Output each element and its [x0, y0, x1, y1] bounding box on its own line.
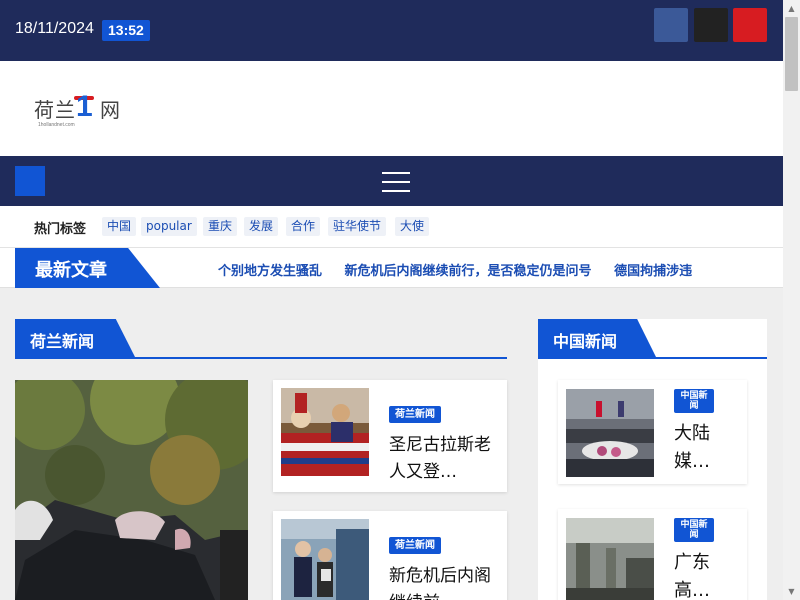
page: 18/11/2024 13:52 荷兰网 1 1hollandnet.com 热…: [0, 0, 783, 600]
news-card[interactable]: 荷兰新闻 新危机后内阁继续前…: [273, 511, 507, 600]
logo-area: 荷兰网 1 1hollandnet.com: [0, 61, 783, 156]
tag-link[interactable]: 重庆: [203, 217, 238, 236]
news-thumbnail[interactable]: [281, 388, 369, 476]
ticker-item[interactable]: 个别地方发生骚乱: [218, 264, 322, 279]
tag-link[interactable]: 驻华使节: [328, 217, 387, 236]
category-badge[interactable]: 荷兰新闻: [389, 406, 441, 423]
section-tab: 荷兰新闻: [15, 319, 135, 357]
news-title[interactable]: 新危机后内阁继续前…: [389, 563, 499, 600]
news-card[interactable]: 中国新闻 广东高…: [558, 509, 747, 600]
ticker-items: 个别地方发生骚乱 新危机后内阁继续前行，是否稳定仍是问号 德国拘捕涉违: [218, 260, 778, 279]
china-news-header: 中国新闻: [538, 319, 767, 359]
hot-tags-bar: 热门标签 中国 popular 重庆 发展 合作 驻华使节 大使: [0, 206, 783, 248]
feature-image[interactable]: [15, 380, 248, 600]
site-logo[interactable]: 荷兰网 1 1hollandnet.com: [34, 90, 124, 134]
scroll-up-arrow-icon[interactable]: ▲: [783, 0, 800, 17]
ticker-label: 最新文章: [15, 248, 160, 288]
main-navbar: [0, 156, 783, 206]
section-tab: 中国新闻: [538, 319, 656, 357]
news-thumbnail[interactable]: [281, 519, 369, 600]
news-card[interactable]: 中国新闻 大陆媒…: [558, 380, 747, 484]
factory-thumbnail: [566, 518, 654, 600]
logo-number: 1: [76, 90, 93, 123]
tag-link[interactable]: 发展: [244, 217, 279, 236]
category-badge[interactable]: 荷兰新闻: [389, 537, 441, 554]
x-twitter-icon[interactable]: [694, 8, 728, 42]
news-thumbnail[interactable]: [566, 518, 654, 600]
latest-news-ticker: 最新文章 个别地方发生骚乱 新危机后内阁继续前行，是否稳定仍是问号 德国拘捕涉违: [0, 248, 783, 288]
tag-link[interactable]: 大使: [395, 217, 430, 236]
ticker-item[interactable]: 新危机后内阁继续前行，是否稳定仍是问号: [345, 264, 592, 279]
netherlands-news-header: 荷兰新闻: [15, 319, 507, 359]
tag-link[interactable]: popular: [141, 217, 197, 236]
news-thumbnail[interactable]: [566, 389, 654, 477]
sinterklaas-thumbnail: [281, 388, 369, 476]
tag-link[interactable]: 合作: [286, 217, 321, 236]
hot-tags-title: 热门标签: [34, 222, 87, 237]
current-time: 13:52: [102, 20, 150, 41]
logo-subtitle: 1hollandnet.com: [38, 122, 75, 128]
page-scrollbar[interactable]: ▲ ▼: [783, 0, 800, 600]
news-title[interactable]: 广东高…: [674, 549, 714, 600]
top-bar: 18/11/2024 13:52: [0, 0, 783, 61]
news-title[interactable]: 大陆媒…: [674, 420, 714, 476]
crashed-car-illustration: [15, 380, 248, 600]
news-card[interactable]: 荷兰新闻 圣尼古拉斯老人又登…: [273, 380, 507, 492]
tag-link[interactable]: 中国: [102, 217, 137, 236]
home-icon[interactable]: [15, 166, 45, 196]
menu-toggle-icon[interactable]: [382, 172, 410, 192]
cabinet-thumbnail: [281, 519, 369, 600]
scroll-down-arrow-icon[interactable]: ▼: [783, 583, 800, 600]
youtube-icon[interactable]: [733, 8, 767, 42]
current-date: 18/11/2024: [15, 20, 94, 37]
news-title[interactable]: 圣尼古拉斯老人又登…: [389, 432, 499, 486]
meeting-thumbnail: [566, 389, 654, 477]
category-badge[interactable]: 中国新闻: [674, 389, 714, 413]
category-badge[interactable]: 中国新闻: [674, 518, 714, 542]
ticker-item[interactable]: 德国拘捕涉违: [614, 264, 692, 279]
scroll-thumb[interactable]: [785, 17, 798, 91]
facebook-icon[interactable]: [654, 8, 688, 42]
